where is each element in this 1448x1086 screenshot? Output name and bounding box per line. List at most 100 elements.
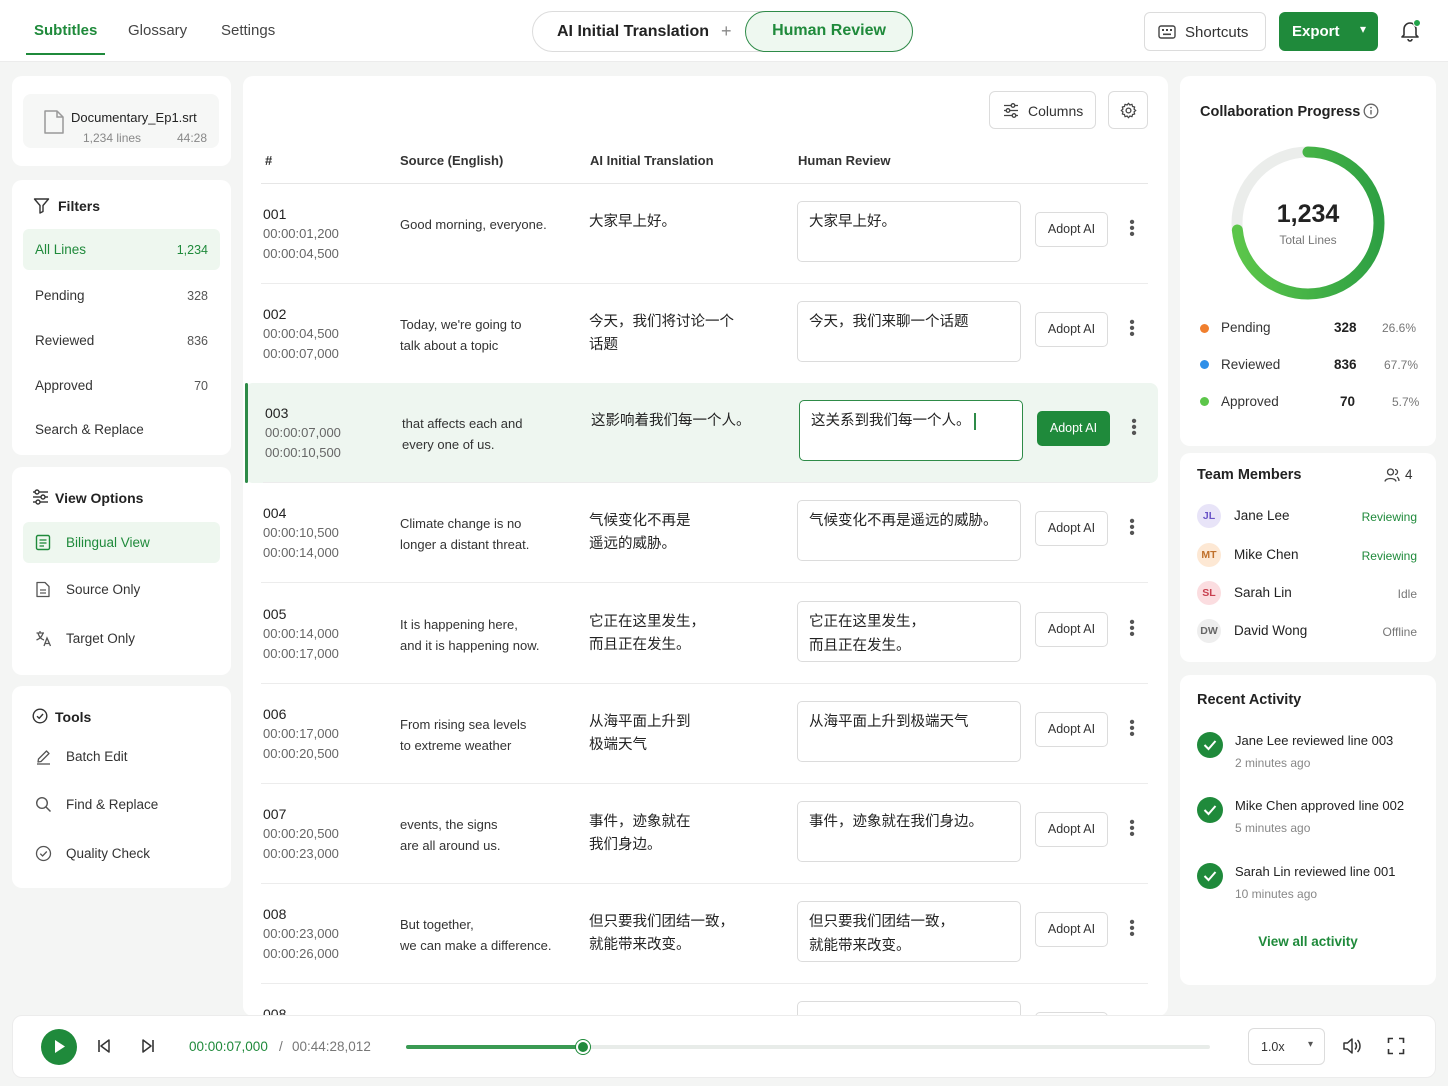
filter-search-replace[interactable]: Search & Replace [23,409,220,450]
table-row[interactable]: 005 00:00:14,000 00:00:17,000 It is happeni… [243,584,1168,684]
adopt-ai-button[interactable]: Adopt AI [1035,511,1108,546]
human-review-input[interactable]: 今天，我们来聊一个话题 [797,301,1021,362]
adopt-ai-button[interactable]: Adopt AI [1035,912,1108,947]
timeline-handle[interactable] [575,1040,590,1054]
filter-reviewed[interactable]: Reviewed 836 [23,320,220,361]
review-line: 气候变化不再是遥远的威胁。 [809,509,1009,533]
sliders-icon [33,489,48,505]
member-status: Offline [1382,625,1417,639]
mode-ai-translation[interactable]: AI Initial Translation [557,23,709,41]
tool-find-replace[interactable]: Find & Replace [23,784,220,825]
ai-translation-text: 从海平面上升到 极端天气 [589,711,769,757]
view-target-only[interactable]: Target Only [23,618,220,659]
start-time: 00:00:14,000 [263,626,339,641]
review-text: 它正在这里发生， [809,614,925,630]
adopt-ai-button[interactable]: Adopt AI [1035,212,1108,247]
view-label: Source Only [66,582,141,597]
adopt-ai-button[interactable]: Adopt AI [1035,812,1108,847]
review-line: 今天，我们来聊一个话题 [809,310,1009,334]
tab-subtitles[interactable]: Subtitles [34,22,97,39]
tab-settings[interactable]: Settings [221,22,275,39]
current-time: 00:00:07,000 [189,1039,268,1054]
view-all-activity-link[interactable]: View all activity [1180,934,1436,949]
header-ai: AI Initial Translation [590,153,714,168]
human-review-input[interactable]: 这关系到我们每一个人。 [799,400,1023,461]
source-line: longer a distant threat. [400,537,530,552]
keyboard-icon [1158,25,1176,39]
header-source: Source (English) [400,153,504,168]
columns-icon [1004,103,1018,118]
table-row[interactable]: 008 00:00:23,000 00:00:26,000 But together,… [243,884,1168,984]
shortcuts-button[interactable]: Shortcuts [1144,12,1266,51]
more-options-icon[interactable]: • • • [1127,215,1137,243]
filter-pending[interactable]: Pending 328 [23,275,220,316]
human-review-input[interactable] [797,1001,1021,1016]
human-review-input[interactable]: 事件，迹象就在我们身边。 [797,801,1021,862]
volume-icon[interactable] [1342,1037,1362,1055]
view-label: Target Only [66,631,136,646]
ai-translation-text: 大家早上好。 [589,211,769,234]
chevron-down-icon[interactable]: ▾ [1360,22,1366,36]
columns-button[interactable]: Columns [989,91,1096,129]
table-row[interactable]: 004 00:00:10,500 00:00:14,000 Climate chang… [243,483,1168,583]
check-circle-icon [35,845,52,862]
human-review-input[interactable]: 气候变化不再是遥远的威胁。 [797,500,1021,561]
more-options-icon[interactable]: • • • [1127,715,1137,743]
adopt-ai-button[interactable]: Adopt AI [1035,712,1108,747]
start-time: 00:00:04,500 [263,326,339,341]
ai-translation-text: 气候变化不再是 遥远的威胁。 [589,510,769,556]
more-options-icon[interactable]: • • • [1127,915,1137,943]
table-row[interactable]: 001 00:00:01,200 00:00:04,500 Good morning,… [243,184,1168,284]
tool-quality-check[interactable]: Quality Check [23,833,220,874]
ai-line: 而且正在发生。 [589,637,691,653]
row-divider [261,582,1148,583]
line-number: 004 [263,505,287,521]
filter-label: All Lines [35,242,87,257]
file-duration: 44:28 [177,131,208,145]
more-options-icon[interactable]: • • • [1129,414,1139,442]
timeline-track[interactable] [406,1040,1210,1054]
review-line: 但只要我们团结一致， [809,910,1009,934]
activity-time: 5 minutes ago [1235,821,1311,835]
more-options-icon[interactable]: • • • [1127,615,1137,643]
table-row[interactable]: 002 00:00:04,500 00:00:07,000 Today, we're … [243,284,1168,384]
table-row[interactable]: 008Adopt AI••• [243,984,1168,1016]
human-review-input[interactable]: 从海平面上升到极端天气 [797,701,1021,762]
reviewed-dot [1200,360,1209,369]
table-row[interactable]: 007 00:00:20,500 00:00:23,000 events, the s… [243,784,1168,884]
ai-line: 气候变化不再是 [589,513,691,529]
info-icon[interactable] [1363,103,1379,119]
skip-back-icon[interactable] [97,1038,111,1054]
skip-forward-icon[interactable] [141,1038,155,1054]
end-time: 00:00:20,500 [263,746,339,761]
filter-label: Pending [35,288,85,303]
adopt-ai-button[interactable]: Adopt AI [1035,612,1108,647]
time-separator: / [279,1039,283,1054]
mode-human-review[interactable]: Human Review [745,11,913,52]
filter-approved[interactable]: Approved 70 [23,365,220,406]
tab-glossary[interactable]: Glossary [128,22,187,39]
export-button[interactable]: Export ▾ [1279,12,1378,51]
playback-speed-select[interactable]: 1.0x ▾ [1248,1028,1325,1065]
adopt-ai-button[interactable]: Adopt AI [1035,312,1108,347]
more-options-icon[interactable]: • • • [1127,514,1137,542]
view-bilingual[interactable]: Bilingual View [23,522,220,563]
adopt-ai-button[interactable]: Adopt AI [1037,411,1110,446]
filter-all-lines[interactable]: All Lines 1,234 [23,229,220,270]
tool-batch-edit[interactable]: Batch Edit [23,736,220,777]
line-number: 006 [263,706,287,722]
view-source-only[interactable]: Source Only [23,569,220,610]
line-number: 005 [263,606,287,622]
table-row[interactable]: 006 00:00:17,000 00:00:20,500 From rising s… [243,684,1168,784]
table-row[interactable]: 003 00:00:07,000 00:00:10,500 that affects … [245,383,1158,483]
more-options-icon[interactable]: • • • [1127,315,1137,343]
chevron-down-icon: ▾ [1307,1039,1313,1050]
ai-translation-text: 这影响着我们每一个人。 [591,410,771,433]
human-review-input[interactable]: 大家早上好。 [797,201,1021,262]
more-options-icon[interactable]: • • • [1127,815,1137,843]
human-review-input[interactable]: 但只要我们团结一致， 就能带来改变。 [797,901,1021,962]
fullscreen-icon[interactable] [1387,1037,1405,1055]
table-settings-button[interactable] [1108,91,1148,129]
play-button[interactable] [41,1029,77,1065]
human-review-input[interactable]: 它正在这里发生， 而且正在发生。 [797,601,1021,662]
